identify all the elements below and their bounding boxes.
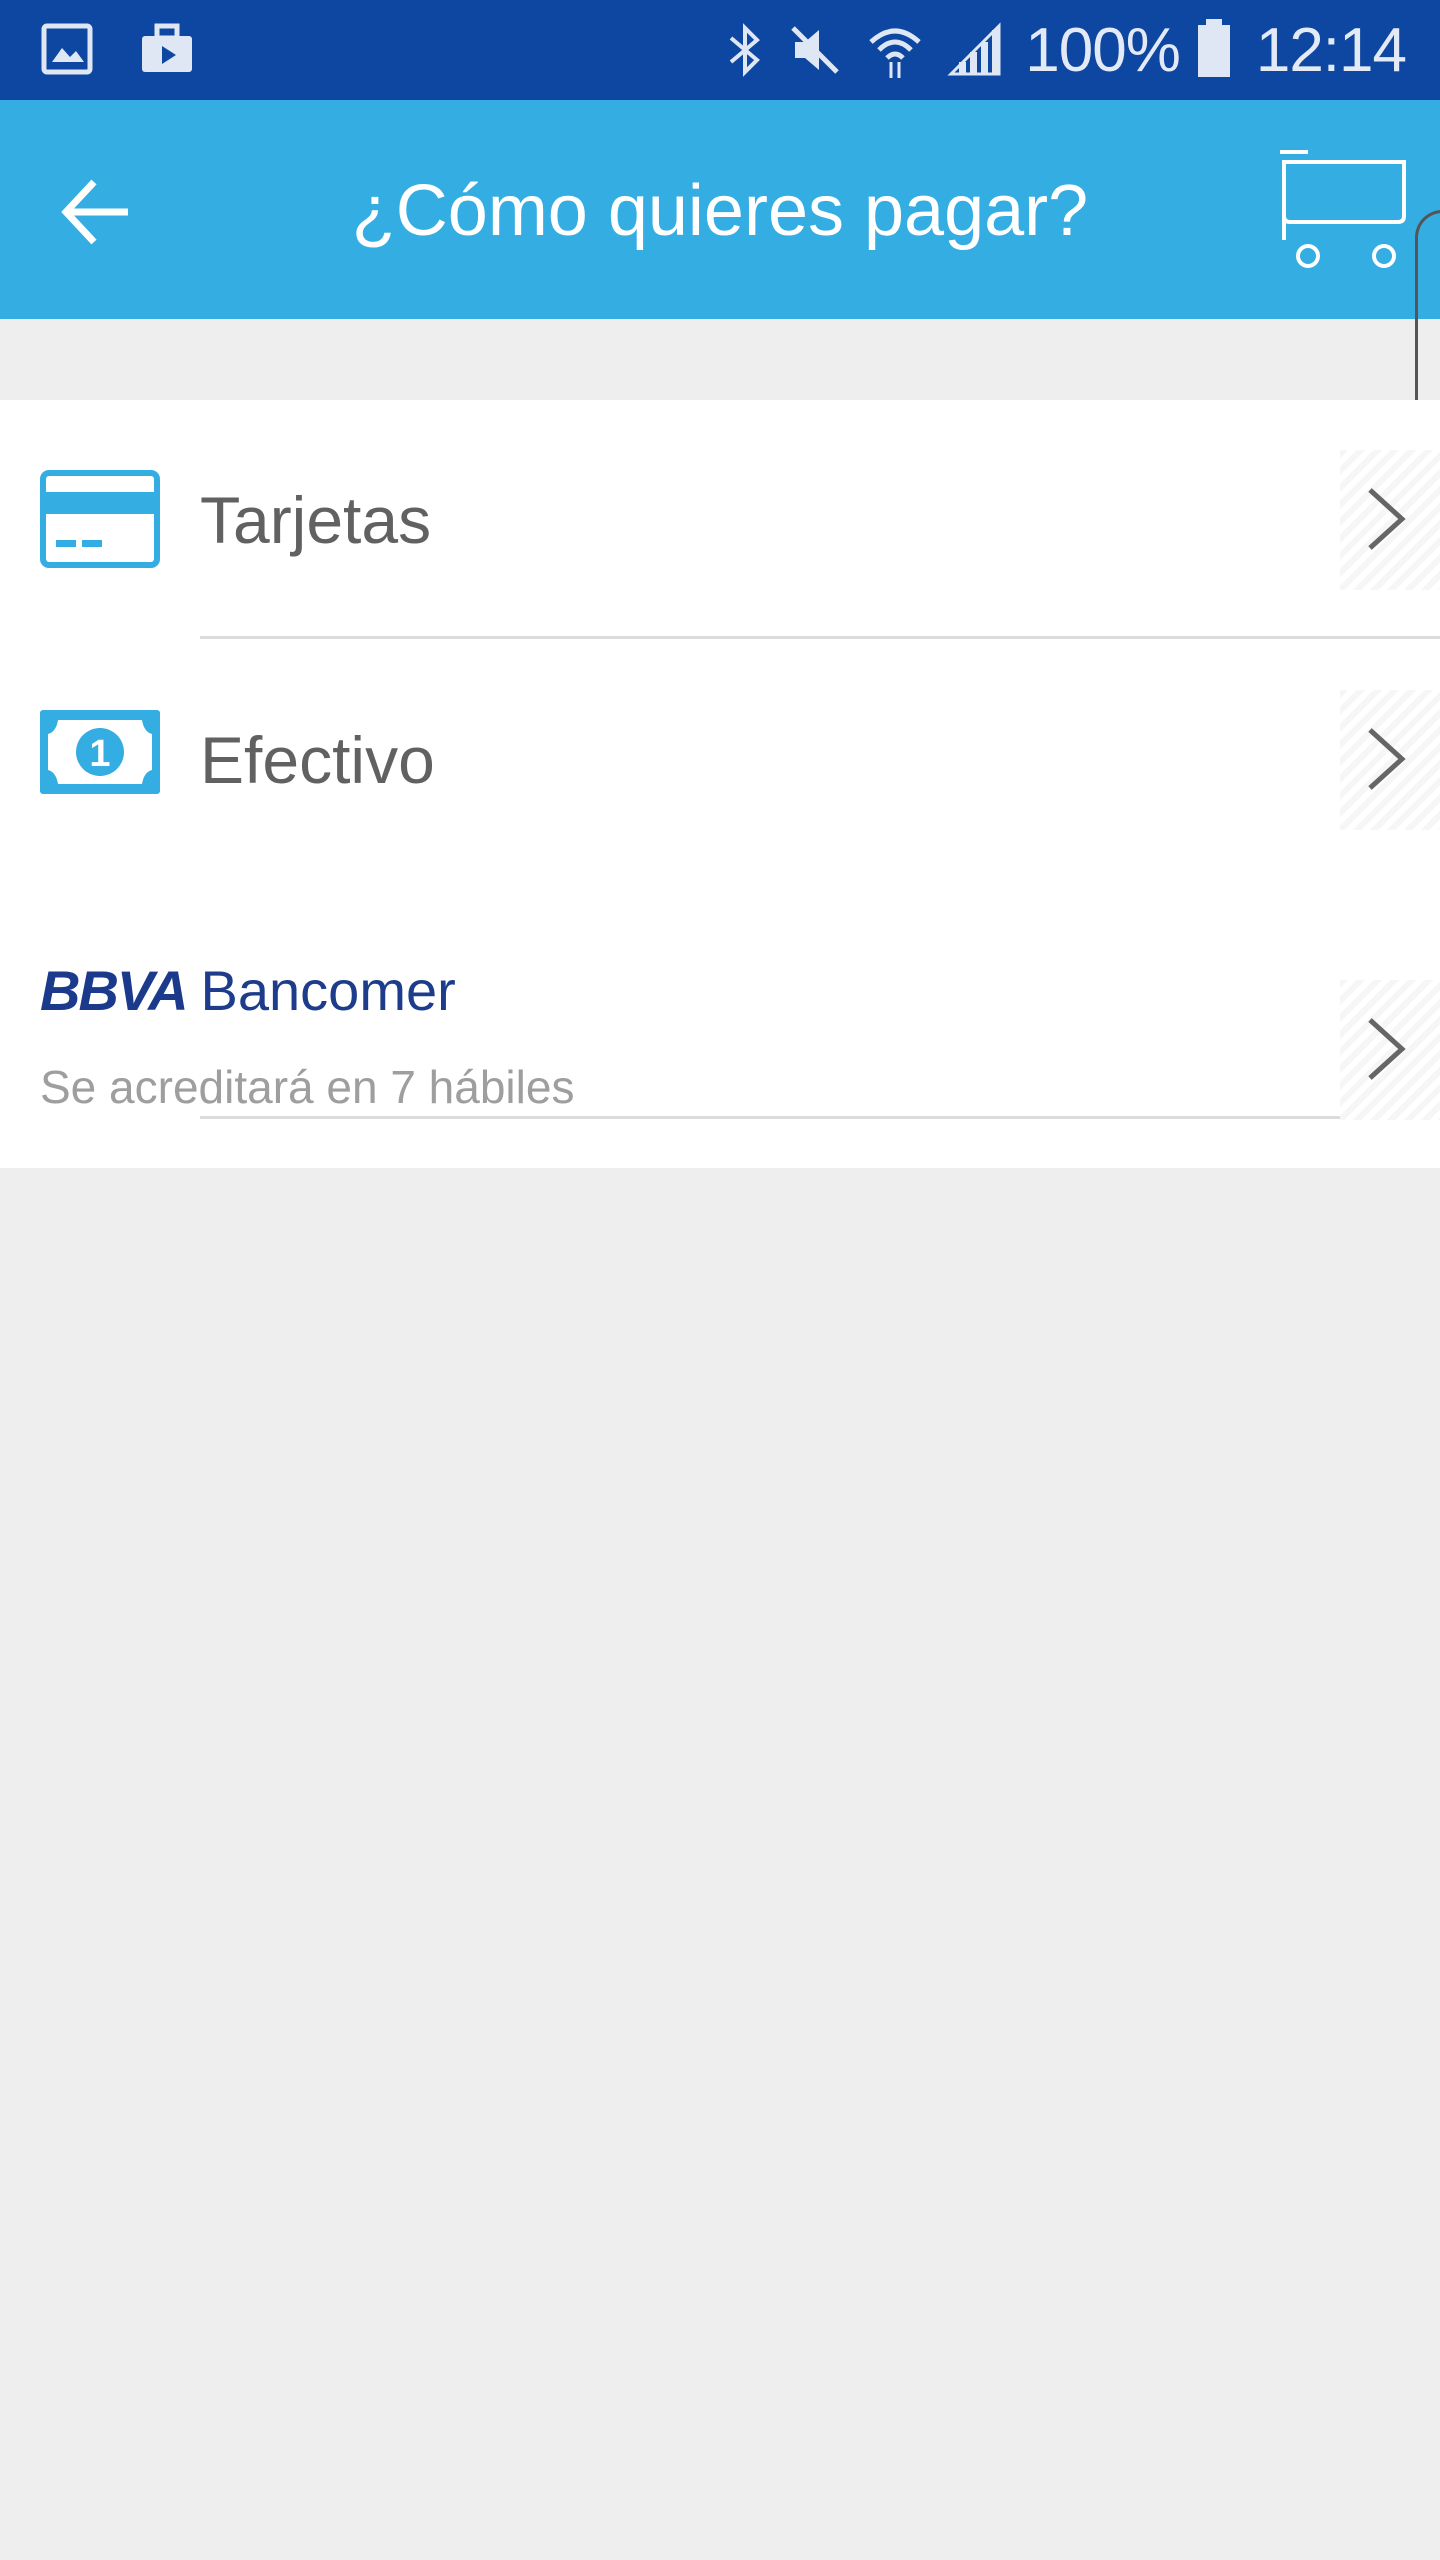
battery-icon	[1194, 17, 1234, 84]
status-bar-left	[40, 22, 196, 81]
chevron-right-icon	[1340, 980, 1440, 1120]
divider	[200, 636, 1440, 639]
app-bar: ¿Cómo quieres pagar?	[0, 100, 1440, 319]
page-title: ¿Cómo quieres pagar?	[351, 171, 1089, 251]
status-bar: 100% 12:14	[0, 0, 1440, 100]
chevron-right-icon	[1340, 450, 1440, 590]
bluetooth-icon	[725, 22, 765, 78]
bbva-bancomer-logo: BBVA Bancomer	[40, 958, 456, 1023]
payment-option-tarjetas[interactable]: Tarjetas	[0, 400, 1440, 639]
cart-icon	[1274, 150, 1414, 278]
cash-icon: 1	[40, 710, 160, 799]
bbva-logo-mark: BBVA	[40, 959, 189, 1022]
credit-card-icon	[40, 470, 160, 575]
payment-option-efectivo[interactable]: 1 Efectivo	[0, 640, 1440, 1119]
payment-option-subtitle: Se acreditará en 7 hábiles	[40, 1061, 575, 1113]
battery-percent: 100%	[1025, 15, 1181, 85]
wifi-icon	[865, 20, 925, 80]
svg-text:1: 1	[89, 733, 110, 775]
signal-icon	[947, 22, 1003, 78]
status-bar-right: 100% 12:14	[725, 14, 1407, 86]
mute-icon	[787, 22, 843, 78]
cart-button[interactable]	[1274, 144, 1414, 274]
payment-options-list: Tarjetas 1 Efectivo BBVA Bancomer Se acr…	[0, 400, 1440, 1168]
chevron-right-icon	[1340, 690, 1440, 830]
payment-option-bbva-bancomer[interactable]: BBVA Bancomer Se acreditará en 7 hábiles	[0, 880, 1440, 1168]
briefcase-icon	[138, 22, 196, 81]
payment-option-label: Efectivo	[200, 723, 435, 797]
clock: 12:14	[1255, 15, 1407, 85]
bbva-logo-name: Bancomer	[200, 959, 456, 1022]
gallery-icon	[40, 22, 94, 81]
payment-option-label: Tarjetas	[200, 483, 432, 557]
